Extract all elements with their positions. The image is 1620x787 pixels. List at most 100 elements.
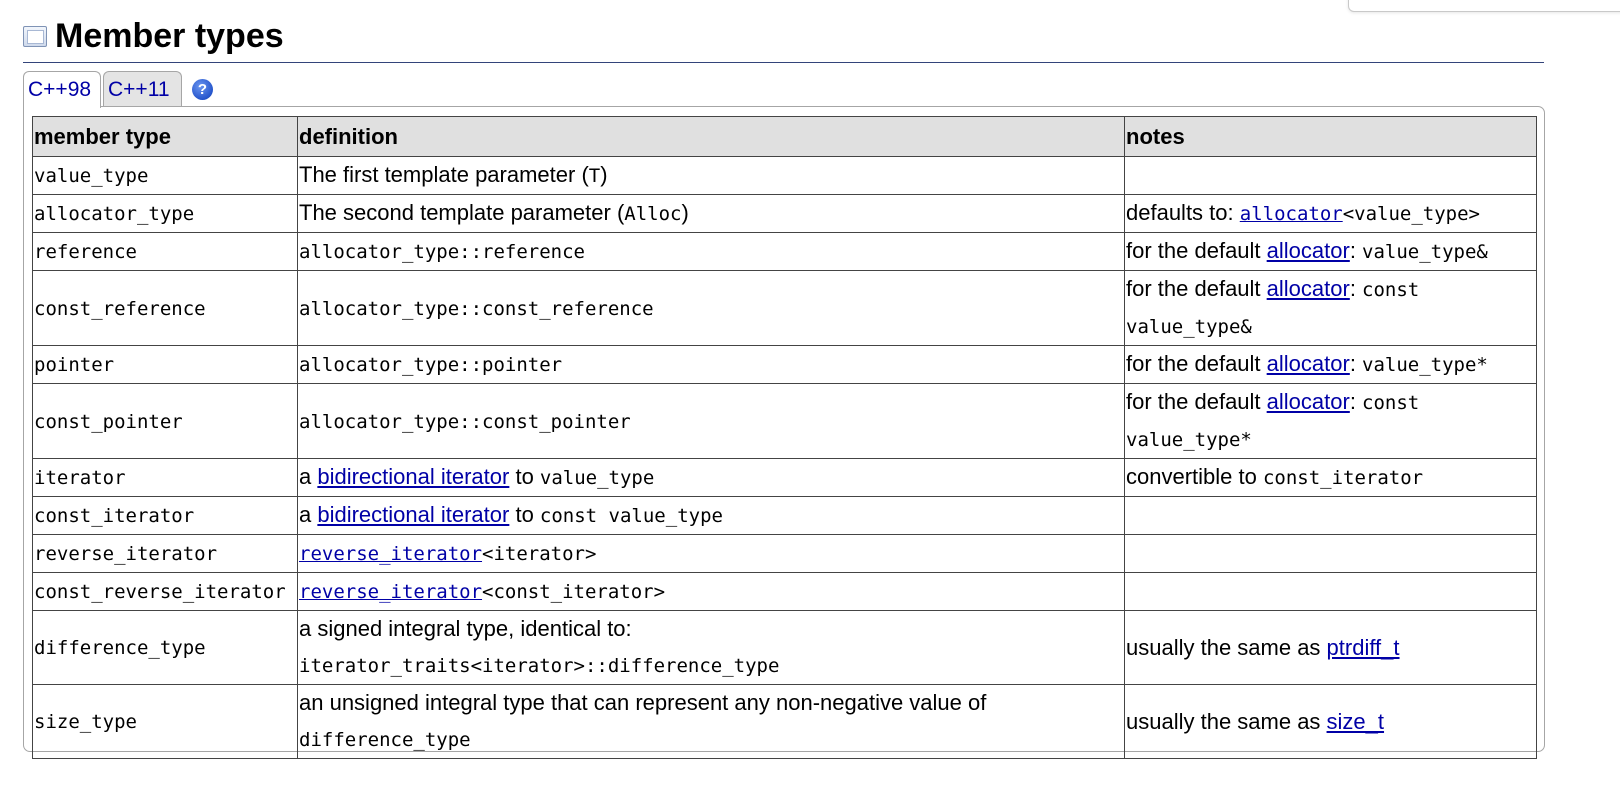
definition-code: T — [588, 165, 601, 187]
ptrdiff-t-link[interactable]: ptrdiff_t — [1327, 635, 1400, 660]
table-row: reverse_iterator reverse_iterator<iterat… — [32, 534, 1537, 573]
note-separator: : — [1349, 389, 1363, 414]
member-name: allocator_type — [32, 194, 298, 233]
definition-code: iterator_traits<iterator>::difference_ty… — [299, 655, 780, 677]
notes-cell: usually the same as ptrdiff_t — [1124, 610, 1537, 685]
allocator-link[interactable]: allocator — [1267, 389, 1350, 414]
notes-cell — [1124, 156, 1537, 195]
member-name-code: size_type — [34, 711, 137, 733]
definition-cell: allocator_type::reference — [297, 232, 1125, 271]
allocator-link[interactable]: allocator — [1267, 276, 1350, 301]
note-text: for the default — [1126, 389, 1267, 414]
section-header: Member types — [23, 14, 1544, 63]
table-row: value_type The first template parameter … — [32, 156, 1537, 195]
note-text: usually the same as — [1126, 634, 1327, 660]
reverse-iterator-link[interactable]: reverse_iterator — [299, 581, 482, 603]
tab-cpp11[interactable]: C++11 — [103, 71, 182, 106]
member-name: reverse_iterator — [32, 534, 298, 573]
allocator-link[interactable]: allocator — [1267, 351, 1350, 376]
size-t-link[interactable]: size_t — [1327, 709, 1384, 734]
notes-cell — [1124, 572, 1537, 611]
member-types-panel: member type definition notes value_type … — [23, 106, 1545, 759]
note-text: for the default — [1126, 276, 1267, 301]
table-row: const_iterator a bidirectional iterator … — [32, 496, 1537, 535]
table-row: const_reverse_iterator reverse_iterator<… — [32, 572, 1537, 611]
table-row: allocator_type The second template param… — [32, 194, 1537, 233]
notes-cell: convertible to const_iterator — [1124, 458, 1537, 497]
help-icon[interactable]: ? — [192, 79, 213, 100]
member-name-code: allocator_type — [34, 203, 195, 225]
note-code: value_type& — [1362, 241, 1488, 263]
member-name-code: const_pointer — [34, 410, 183, 433]
definition-code: allocator_type::reference — [299, 241, 585, 263]
tab-cpp98[interactable]: C++98 — [23, 71, 101, 108]
definition-code: allocator_type::const_reference — [299, 297, 654, 320]
notes-cell: for the default allocator: value_type& — [1124, 232, 1537, 271]
definition-cell: reverse_iterator<const_iterator> — [297, 572, 1125, 611]
definition-text: a signed integral type, identical to: — [299, 616, 632, 641]
table-row: difference_type a signed integral type, … — [32, 610, 1537, 685]
member-name: reference — [32, 232, 298, 271]
bidirectional-iterator-link[interactable]: bidirectional iterator — [317, 464, 509, 489]
definition-cell: allocator_type::const_pointer — [297, 383, 1125, 459]
note-separator: : — [1349, 351, 1363, 376]
table-row: pointer allocator_type::pointer for the … — [32, 345, 1537, 384]
allocator-link[interactable]: allocator — [1240, 203, 1343, 225]
definition-cell: The first template parameter (T) — [297, 156, 1125, 195]
bidirectional-iterator-link[interactable]: bidirectional iterator — [317, 502, 509, 527]
note-code: const_iterator — [1262, 467, 1424, 489]
note-code: const — [1362, 279, 1420, 301]
notes-cell: for the default allocator: const value_ty… — [1124, 270, 1537, 346]
top-right-panel-edge — [1348, 0, 1620, 12]
note-separator: : — [1349, 238, 1363, 263]
member-name-code: reference — [34, 241, 137, 263]
definition-code: Alloc — [624, 203, 682, 225]
reverse-iterator-link[interactable]: reverse_iterator — [299, 543, 482, 565]
member-name: difference_type — [32, 610, 298, 685]
definition-cell: a bidirectional iterator to const value_… — [297, 496, 1125, 535]
definition-code: <iterator> — [482, 543, 597, 565]
member-name-code: const_iterator — [34, 505, 195, 527]
allocator-link[interactable]: allocator — [1267, 238, 1350, 263]
note-code-line2: value_type& — [1126, 316, 1252, 338]
definition-text: a — [299, 464, 318, 489]
definition-cell: an unsigned integral type that can repre… — [297, 684, 1125, 759]
note-text: for the default — [1126, 238, 1267, 263]
note-code: const — [1362, 392, 1420, 414]
notes-cell: for the default allocator: value_type* — [1124, 345, 1537, 384]
table-row: size_type an unsigned integral type that… — [32, 684, 1537, 759]
definition-text-mid: to — [509, 464, 540, 489]
section-title: Member types — [55, 17, 284, 55]
definition-code: allocator_type::pointer — [299, 354, 563, 376]
header-member-type: member type — [32, 116, 298, 157]
note-code-line2: value_type* — [1126, 429, 1252, 451]
definition-text-end: ) — [600, 162, 608, 187]
notes-cell — [1124, 496, 1537, 535]
definition-code: difference_type — [299, 729, 471, 751]
definition-code: const value_type — [539, 505, 723, 527]
note-separator: : — [1349, 276, 1363, 301]
definition-cell: allocator_type::const_reference — [297, 270, 1125, 346]
member-name-code: iterator — [34, 467, 126, 489]
member-name-code: difference_type — [34, 637, 206, 659]
notes-cell: defaults to: allocator<value_type> — [1124, 194, 1537, 233]
definition-cell: reverse_iterator<iterator> — [297, 534, 1125, 573]
notes-cell — [1124, 534, 1537, 573]
definition-cell: a bidirectional iterator to value_type — [297, 458, 1125, 497]
member-name-code: const_reference — [34, 297, 206, 320]
member-name: value_type — [32, 156, 298, 195]
notes-cell: usually the same as size_t — [1124, 684, 1537, 759]
notes-cell: for the default allocator: const value_ty… — [1124, 383, 1537, 459]
table-row: reference allocator_type::reference for … — [32, 232, 1537, 271]
member-name: const_reference — [32, 270, 298, 346]
member-name: pointer — [32, 345, 298, 384]
table-row: iterator a bidirectional iterator to val… — [32, 458, 1537, 497]
definition-cell: a signed integral type, identical to: ite… — [297, 610, 1125, 685]
member-name-code: const_reverse_iterator — [34, 581, 286, 603]
member-name-code: reverse_iterator — [34, 543, 218, 565]
definition-text: an unsigned integral type that can repre… — [299, 690, 987, 715]
note-text: convertible to — [1126, 464, 1263, 489]
definition-text: a — [299, 502, 318, 527]
member-types-table: member type definition notes value_type … — [32, 116, 1537, 759]
member-name: size_type — [32, 684, 298, 759]
